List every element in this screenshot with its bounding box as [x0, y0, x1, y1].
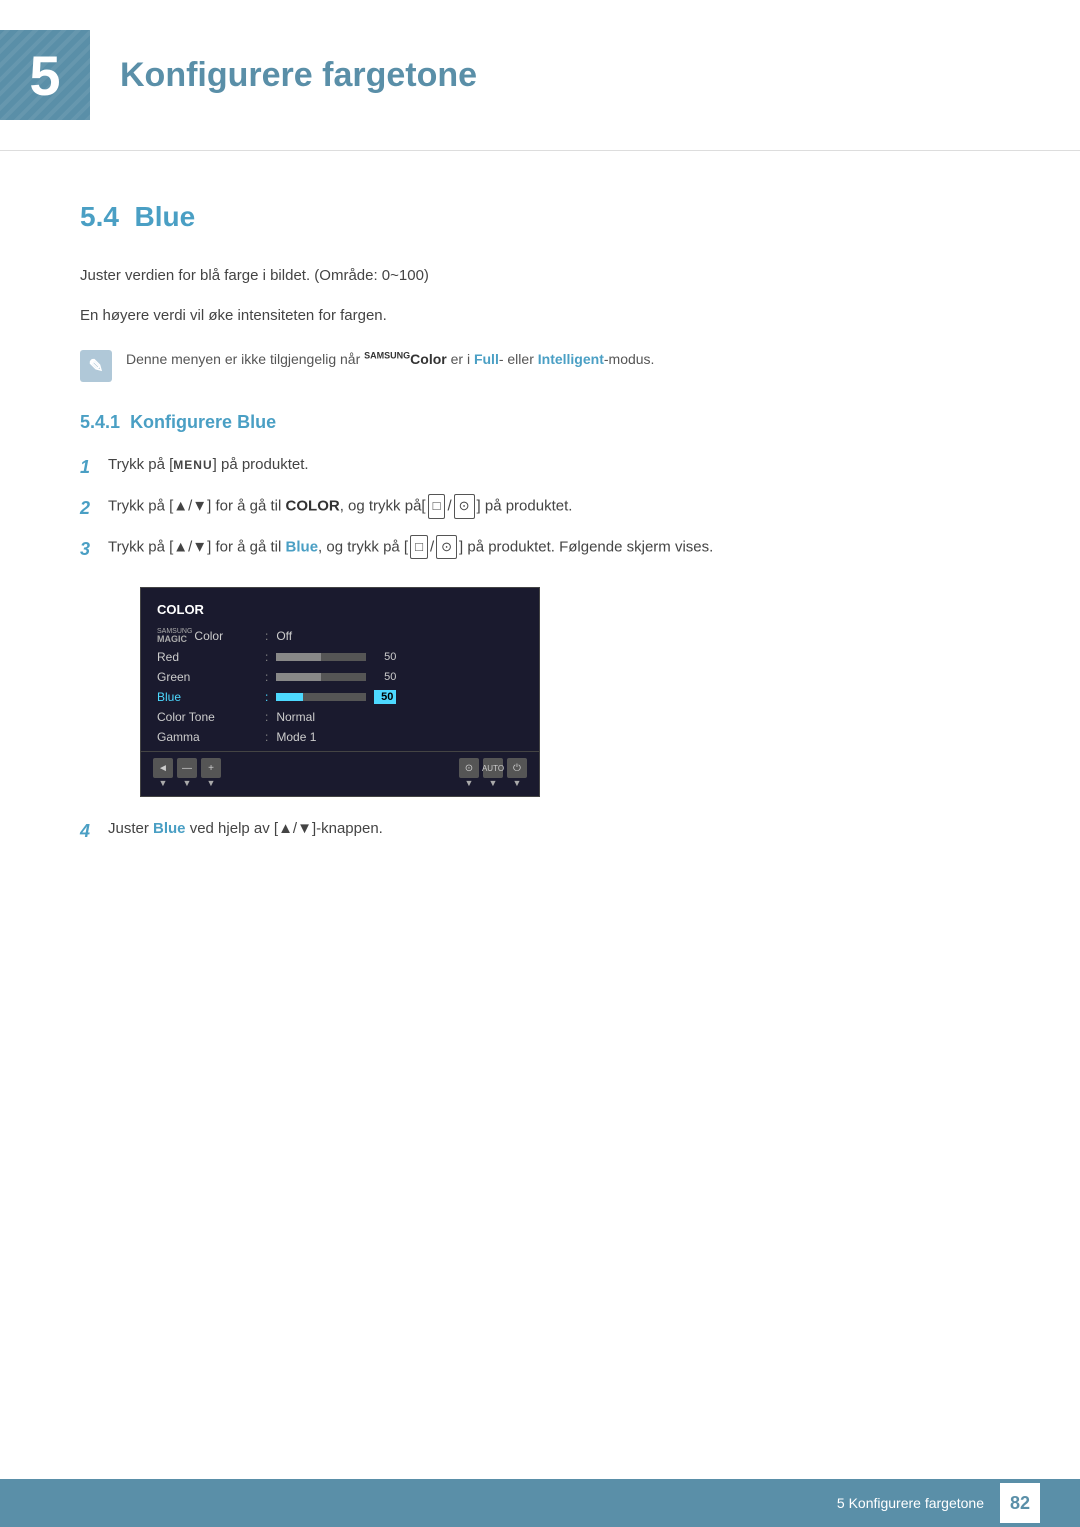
osd-row-samsung-magic: SAMSUNG MAGIC Color : Off: [141, 625, 539, 647]
osd-btn-plus: +: [201, 758, 221, 778]
chapter-header: 5 Konfigurere fargetone: [0, 0, 1080, 151]
osd-title: COLOR: [141, 598, 539, 625]
osd-row-color-tone: Color Tone : Normal: [141, 707, 539, 727]
steps-list-4: 4 Juster Blue ved hjelp av [▲/▼]-knappen…: [80, 817, 1000, 846]
osd-row-green: Green : 50: [141, 667, 539, 687]
osd-menu: COLOR SAMSUNG MAGIC Color : Off Red :: [140, 587, 540, 797]
note-box: ✎ Denne menyen er ikke tilgjengelig når …: [80, 348, 1000, 382]
step-3: 3 Trykk på [▲/▼] for å gå til Blue, og t…: [80, 535, 1000, 564]
step-4: 4 Juster Blue ved hjelp av [▲/▼]-knappen…: [80, 817, 1000, 846]
osd-row-red: Red : 50: [141, 647, 539, 667]
chapter-number-box: 5: [0, 30, 90, 120]
note-icon: ✎: [80, 350, 112, 382]
subsection-title: 5.4.1 Konfigurere Blue: [80, 412, 1000, 433]
osd-btn-auto: AUTO: [483, 758, 503, 778]
main-content: 5.4 Blue Juster verdien for blå farge i …: [0, 151, 1080, 950]
step-2: 2 Trykk på [▲/▼] for å gå til COLOR, og …: [80, 494, 1000, 523]
step-1: 1 Trykk på [MENU] på produktet.: [80, 453, 1000, 482]
description-1: Juster verdien for blå farge i bildet. (…: [80, 263, 1000, 289]
page-footer: 5 Konfigurere fargetone 82: [0, 1479, 1080, 1527]
monitor-screenshot: COLOR SAMSUNG MAGIC Color : Off Red :: [140, 587, 540, 797]
page-number: 82: [1000, 1483, 1040, 1523]
chapter-title: Konfigurere fargetone: [120, 56, 477, 95]
note-text: Denne menyen er ikke tilgjengelig når SA…: [126, 348, 654, 370]
osd-row-blue: Blue : 50: [141, 687, 539, 707]
osd-btn-enter: ⊙: [459, 758, 479, 778]
osd-btn-minus: —: [177, 758, 197, 778]
description-2: En høyere verdi vil øke intensiteten for…: [80, 303, 1000, 329]
footer-text: 5 Konfigurere fargetone: [837, 1495, 984, 1511]
osd-btn-left: ◄: [153, 758, 173, 778]
osd-btn-power: ⏻: [507, 758, 527, 778]
chapter-number: 5: [29, 43, 60, 108]
svg-text:✎: ✎: [88, 356, 103, 376]
osd-bottom-bar: ◄ ▼ — ▼ + ▼ ⊙ ▼: [141, 751, 539, 790]
steps-list: 1 Trykk på [MENU] på produktet. 2 Trykk …: [80, 453, 1000, 563]
section-title: 5.4 Blue: [80, 201, 1000, 233]
osd-row-gamma: Gamma : Mode 1: [141, 727, 539, 747]
